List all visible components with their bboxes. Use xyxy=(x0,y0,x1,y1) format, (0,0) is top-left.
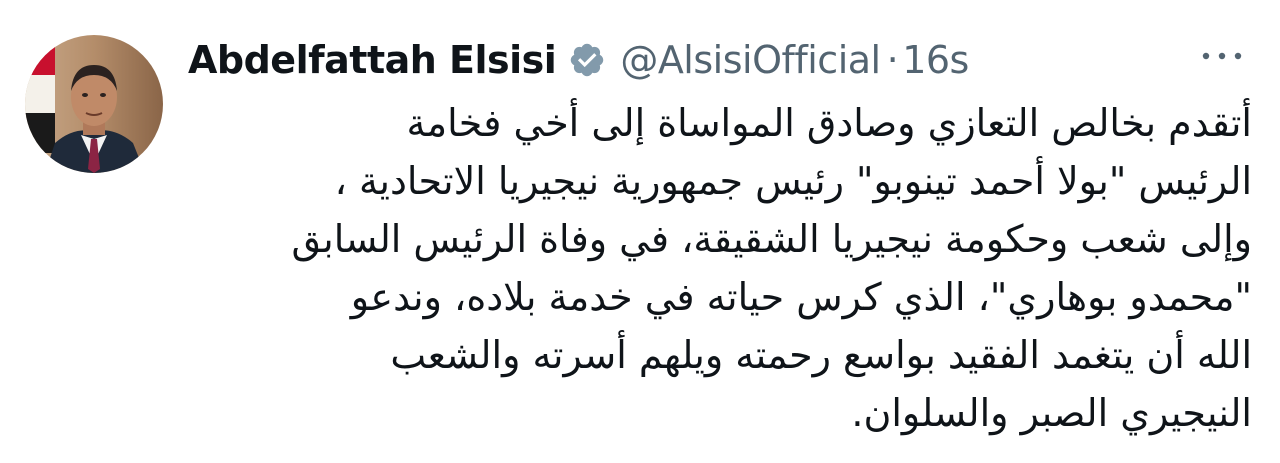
tweet-text-line: وإلى شعب وحكومة نيجيريا الشقيقة، في وفاة… xyxy=(291,217,1252,261)
tweet-header: Abdelfattah Elsisi @AlsisiOfficial · 16s xyxy=(188,30,969,90)
tweet-text-line: الرئيس "بولا أحمد تينوبو" رئيس جمهورية ن… xyxy=(334,159,1252,203)
tweet-timestamp[interactable]: 16s xyxy=(902,38,969,82)
tweet-text-line: النيجيري الصبر والسلوان. xyxy=(851,391,1252,435)
verified-badge-icon xyxy=(571,43,604,77)
avatar[interactable] xyxy=(25,35,163,173)
tweet-text-line: الله أن يتغمد الفقيد بواسع رحمته ويلهم أ… xyxy=(390,333,1252,377)
author-handle[interactable]: @AlsisiOfficial xyxy=(620,38,881,82)
tweet-text-line: "محمدو بوهاري"، الذي كرس حياته في خدمة ب… xyxy=(350,275,1252,319)
tweet[interactable]: Abdelfattah Elsisi @AlsisiOfficial · 16s… xyxy=(0,0,1280,463)
header-separator: · xyxy=(886,38,899,82)
author-name[interactable]: Abdelfattah Elsisi xyxy=(188,38,557,82)
more-horizontal-icon[interactable] xyxy=(1200,44,1244,68)
tweet-text-line: أتقدم بخالص التعازي وصادق المواساة إلى أ… xyxy=(406,101,1252,145)
profile-photo-icon xyxy=(25,35,163,173)
tweet-text: أتقدم بخالص التعازي وصادق المواساة إلى أ… xyxy=(252,94,1252,442)
